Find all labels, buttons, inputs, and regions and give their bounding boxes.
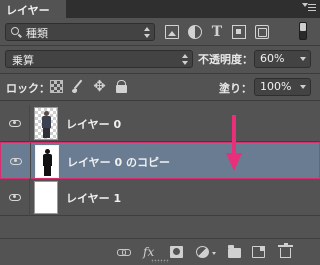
layer-thumbnail — [34, 181, 58, 214]
fx-icon[interactable]: fx — [143, 246, 156, 258]
eye-icon[interactable] — [9, 194, 21, 201]
layer-thumbnail — [35, 145, 59, 178]
layer-row[interactable]: レイヤー 0 — [0, 105, 320, 142]
fill-input[interactable]: 100% — [254, 78, 298, 96]
tab-label: レイヤー — [6, 4, 50, 17]
filter-kind-label: 種類 — [26, 27, 48, 40]
divider — [0, 100, 320, 101]
divider — [0, 45, 320, 46]
lock-all-icon[interactable] — [115, 80, 128, 93]
layer-name: レイヤー 0 のコピー — [67, 156, 170, 169]
up-down-arrows-icon — [144, 27, 150, 38]
lock-transparent-pixels-icon[interactable] — [50, 80, 63, 93]
search-icon — [11, 27, 19, 35]
add-mask-icon[interactable] — [170, 246, 183, 258]
divider — [0, 73, 320, 74]
lock-image-pixels-icon[interactable] — [71, 80, 84, 93]
adjustment-filter-icon[interactable] — [188, 25, 202, 39]
layer-name: レイヤー 0 — [66, 118, 122, 131]
tab-layers[interactable]: レイヤー — [0, 0, 66, 18]
up-down-arrows-icon — [182, 54, 188, 65]
layer-name: レイヤー 1 — [66, 192, 122, 205]
chevron-down-icon — [212, 252, 216, 255]
opacity-dropdown-button[interactable] — [297, 50, 311, 68]
eye-icon[interactable] — [10, 158, 22, 165]
annotation-arrow-icon — [226, 115, 242, 172]
filter-toggle-switch[interactable] — [299, 22, 307, 40]
lock-position-icon[interactable]: ✥ — [93, 79, 106, 94]
person-silhouette-icon — [43, 149, 52, 176]
fill-value: 100% — [260, 80, 292, 93]
adjustment-layer-icon[interactable] — [196, 246, 209, 258]
trash-icon[interactable] — [278, 243, 293, 258]
link-layers-icon[interactable] — [117, 246, 131, 258]
opacity-input[interactable]: 60% — [254, 50, 298, 68]
fill-label: 塗り： — [219, 82, 252, 95]
type-filter-icon[interactable]: T — [210, 25, 224, 39]
shape-filter-icon[interactable] — [232, 25, 246, 39]
lock-label: ロック： — [6, 82, 50, 95]
layer-row[interactable]: レイヤー 1 — [0, 179, 320, 216]
fill-dropdown-button[interactable] — [297, 78, 311, 96]
panel-menu-icon[interactable] — [302, 2, 316, 14]
blend-mode-value: 乗算 — [12, 54, 34, 67]
layer-row-selected[interactable]: レイヤー 0 のコピー — [0, 142, 320, 180]
opacity-label: 不透明度： — [198, 53, 253, 66]
layer-list: レイヤー 0 レイヤー 0 のコピー レイヤー 1 — [0, 105, 320, 228]
image-filter-icon[interactable] — [165, 25, 179, 39]
resize-grip-icon[interactable] — [151, 259, 169, 263]
smart-object-filter-icon[interactable] — [255, 25, 269, 39]
layer-filter-select[interactable]: 種類 — [5, 23, 155, 41]
opacity-value: 60% — [260, 52, 285, 65]
new-group-icon[interactable] — [228, 245, 241, 258]
person-figure-icon — [42, 111, 51, 138]
eye-icon[interactable] — [9, 120, 21, 127]
panel-header: レイヤー — [0, 0, 320, 18]
blend-mode-select[interactable]: 乗算 — [5, 50, 193, 68]
new-layer-icon[interactable] — [252, 246, 265, 258]
layer-thumbnail — [34, 107, 58, 140]
